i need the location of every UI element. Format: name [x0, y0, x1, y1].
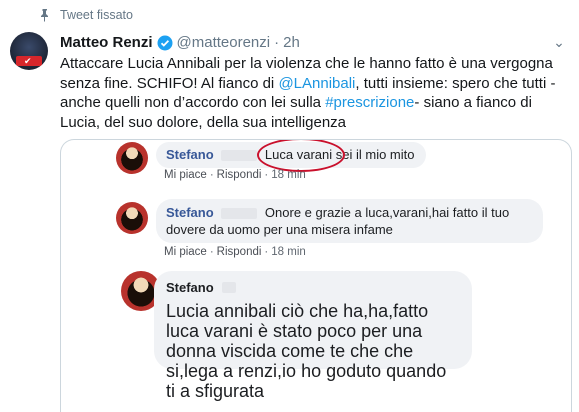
- like-link: Mi piace: [164, 169, 207, 181]
- author-avatar[interactable]: ✔: [10, 32, 48, 70]
- highlight-circle: [257, 140, 345, 172]
- author-handle[interactable]: @matteorenzi: [177, 34, 271, 51]
- pinned-label: Tweet fissato: [60, 8, 133, 22]
- mention-link[interactable]: @LAnnibali: [278, 75, 355, 92]
- comment-text: Lucia annibali ciò che ha,ha,fatto luca …: [166, 301, 447, 401]
- tweet-header: Matteo Renzi @matteorenzi · 2h: [60, 34, 300, 51]
- commenter-name: Stefano: [166, 205, 214, 220]
- avatar-check-icon: ✔: [24, 56, 32, 66]
- commenter-avatar: [116, 202, 148, 234]
- commenter-avatar: [116, 142, 148, 174]
- redacted-surname: [221, 150, 258, 162]
- header-separator: ·: [274, 34, 280, 51]
- comment-actions: Mi piace · Rispondi · 18 min: [164, 169, 306, 181]
- comment-actions: Mi piace · Rispondi · 18 min: [164, 246, 306, 258]
- like-link: Mi piace: [164, 246, 207, 258]
- reply-link: Rispondi: [216, 246, 262, 258]
- tweet-time[interactable]: 2h: [283, 34, 300, 51]
- comment-time: 18 min: [271, 246, 306, 258]
- action-separator: ·: [264, 246, 269, 258]
- comment-bubble: Stefano Onore e grazie a luca,varani,hai…: [156, 199, 543, 243]
- pin-icon: [41, 9, 48, 22]
- pinned-indicator: Tweet fissato: [38, 8, 133, 22]
- action-separator: ·: [264, 169, 269, 181]
- comment-text: Onore e grazie a luca,varani,hai fatto i…: [166, 205, 510, 237]
- action-separator: ·: [209, 169, 214, 181]
- commenter-name: Stefano: [166, 280, 214, 295]
- author-name[interactable]: Matteo Renzi: [60, 34, 153, 51]
- tweet-text: Attaccare Lucia Annibali per la violenza…: [60, 54, 570, 132]
- media-image[interactable]: Stefano Luca varani sei il mio mito Mi p…: [60, 139, 572, 412]
- redacted-surname: [221, 208, 258, 220]
- commenter-name: Stefano: [166, 147, 214, 162]
- verified-icon: [157, 35, 173, 50]
- chevron-down-icon[interactable]: ⌄: [551, 34, 567, 50]
- comment-time: 18 min: [271, 169, 306, 181]
- action-separator: ·: [209, 246, 214, 258]
- redacted-surname: [222, 282, 237, 294]
- hashtag-link[interactable]: #prescrizione: [325, 94, 414, 111]
- comment-bubble: Stefano Lucia annibali ciò che ha,ha,fat…: [154, 271, 472, 401]
- reply-link: Rispondi: [216, 169, 262, 181]
